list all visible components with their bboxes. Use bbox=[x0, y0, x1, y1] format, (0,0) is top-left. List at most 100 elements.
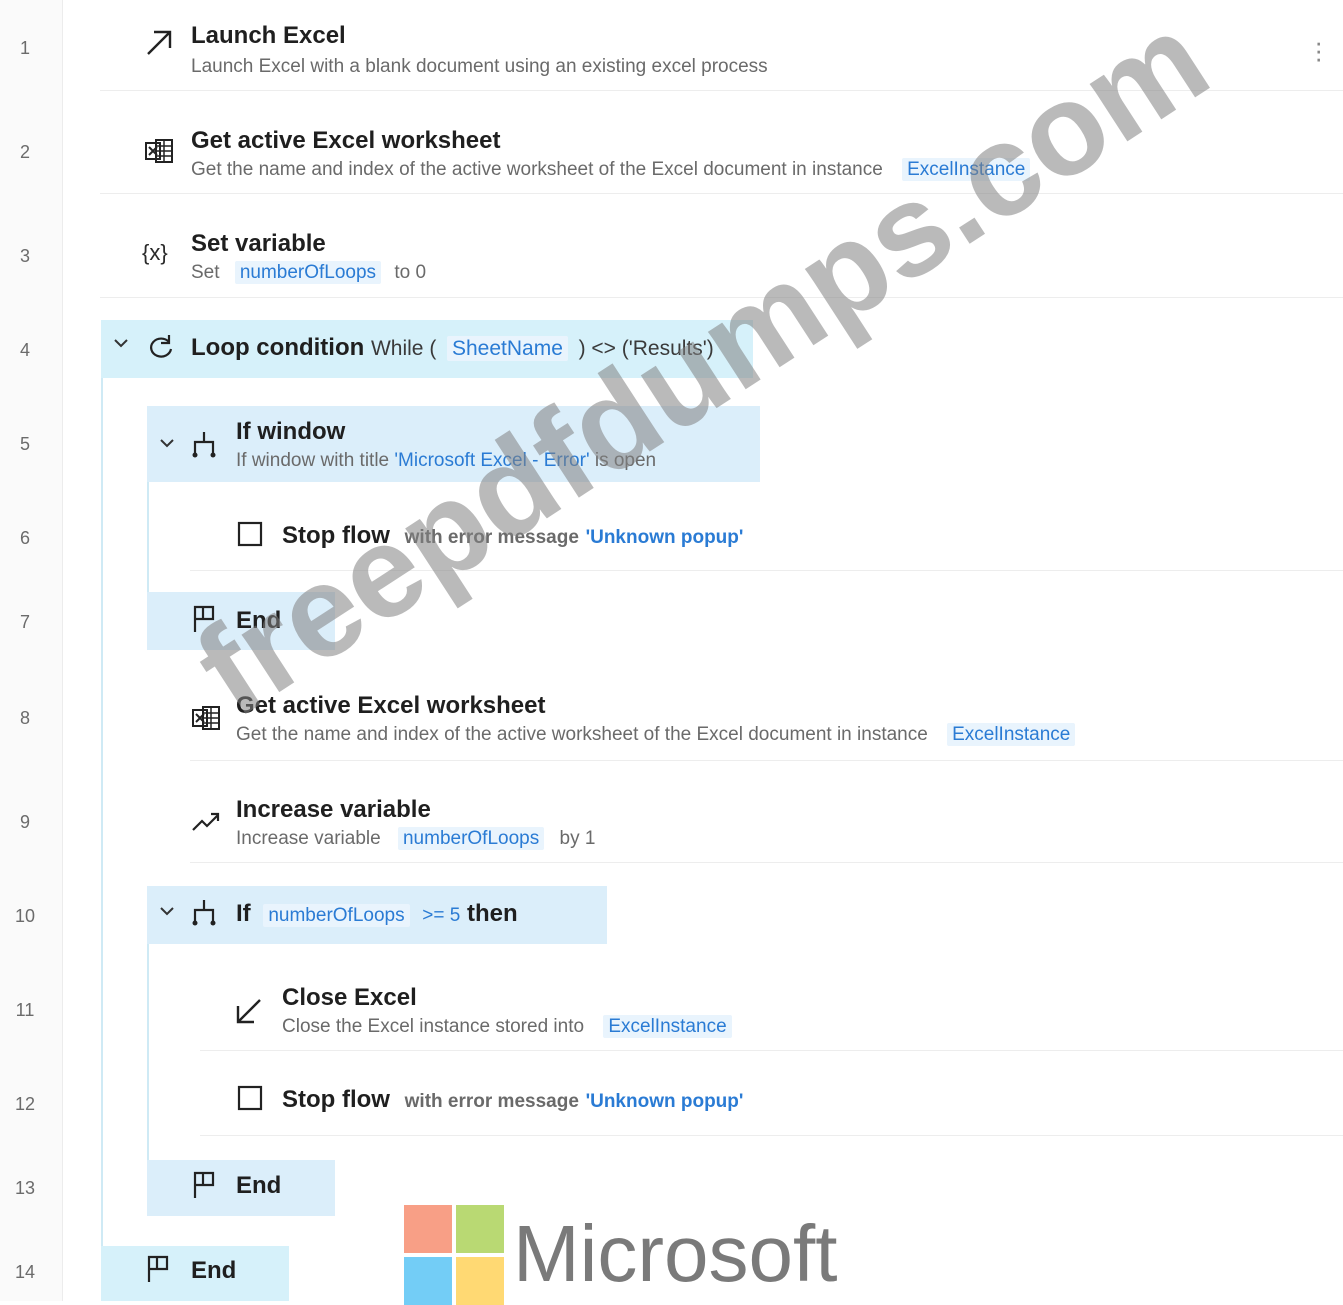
description-text: with error message bbox=[404, 527, 579, 548]
if-window-block-guide bbox=[147, 482, 149, 592]
action-close-excel[interactable]: Close Excel Close the Excel instance sto… bbox=[190, 972, 1343, 1048]
action-set-variable[interactable]: {x} Set variable Set numberOfLoops to 0 bbox=[100, 220, 1343, 296]
line-number: 8 bbox=[19, 708, 30, 728]
line-number: 2 bbox=[19, 142, 30, 162]
if-block-guide bbox=[147, 944, 149, 1160]
action-loop-condition[interactable]: Loop condition While ( SheetName ) <> ('… bbox=[101, 320, 753, 378]
branch-icon bbox=[191, 430, 217, 463]
if-keyword: If bbox=[236, 900, 251, 927]
excel-sheet-icon bbox=[144, 137, 174, 170]
stop-flow-label: Stop flow bbox=[282, 1086, 390, 1113]
variable-icon: {x} bbox=[142, 240, 168, 265]
row-separator bbox=[100, 193, 1343, 194]
trend-up-icon bbox=[191, 808, 221, 839]
arrow-up-right-icon bbox=[144, 28, 174, 63]
row-separator bbox=[100, 297, 1343, 298]
line-number: 12 bbox=[14, 1094, 36, 1114]
branch-icon bbox=[191, 898, 217, 931]
loop-comparison: ) <> ('Results') bbox=[578, 337, 714, 360]
action-title: Get active Excel worksheet bbox=[236, 692, 546, 719]
action-title: Stop flow with error message 'Unknown po… bbox=[282, 522, 743, 550]
loop-condition-line: Loop condition While ( SheetName ) <> ('… bbox=[191, 334, 714, 362]
row-separator bbox=[200, 1050, 1343, 1051]
action-title: Stop flow with error message 'Unknown po… bbox=[282, 1086, 743, 1114]
loop-keyword: While ( bbox=[370, 337, 437, 360]
description-text: Get the name and index of the active wor… bbox=[191, 159, 883, 180]
then-keyword: then bbox=[466, 900, 518, 927]
action-end[interactable]: End bbox=[101, 1246, 289, 1301]
description-text: by 1 bbox=[559, 828, 596, 849]
action-stop-flow[interactable]: Stop flow with error message 'Unknown po… bbox=[190, 506, 1343, 566]
flag-icon bbox=[191, 604, 219, 639]
variable-token[interactable]: numberOfLoops bbox=[234, 261, 382, 284]
variable-token[interactable]: numberOfLoops bbox=[263, 904, 410, 927]
description-text: with error message bbox=[404, 1091, 579, 1112]
action-get-active-worksheet[interactable]: Get active Excel worksheet Get the name … bbox=[100, 115, 1343, 193]
variable-token[interactable]: ExcelInstance bbox=[947, 723, 1076, 746]
action-description: If window with title 'Microsoft Excel - … bbox=[236, 450, 656, 472]
description-text: Close the Excel instance stored into bbox=[282, 1016, 585, 1037]
action-description: Launch Excel with a blank document using… bbox=[191, 56, 768, 77]
action-title: Get active Excel worksheet bbox=[191, 127, 501, 154]
chevron-down-icon[interactable] bbox=[113, 334, 129, 357]
microsoft-wordmark: Microsoft bbox=[513, 1209, 838, 1298]
stop-square-icon bbox=[236, 520, 264, 553]
flag-icon bbox=[145, 1254, 173, 1289]
stop-flow-label: Stop flow bbox=[282, 522, 390, 549]
row-separator bbox=[200, 1135, 1343, 1136]
variable-token[interactable]: ExcelInstance bbox=[603, 1015, 732, 1038]
action-title: Launch Excel bbox=[191, 22, 346, 49]
row-separator bbox=[100, 90, 1343, 91]
action-if-window[interactable]: If window If window with title 'Microsof… bbox=[147, 406, 760, 482]
action-end[interactable]: End bbox=[147, 592, 335, 650]
chevron-down-icon[interactable] bbox=[159, 434, 175, 457]
action-description: Get the name and index of the active wor… bbox=[236, 723, 1076, 746]
description-text: Set bbox=[191, 262, 220, 283]
action-increase-variable[interactable]: Increase variable Increase variable numb… bbox=[147, 784, 1343, 860]
action-end[interactable]: End bbox=[147, 1160, 335, 1216]
line-number: 9 bbox=[19, 812, 30, 832]
action-title: End bbox=[236, 607, 282, 634]
action-get-active-worksheet[interactable]: Get active Excel worksheet Get the name … bbox=[147, 680, 1343, 758]
action-title: If window bbox=[236, 418, 346, 445]
loop-icon bbox=[145, 332, 175, 367]
description-text: Get the name and index of the active wor… bbox=[236, 724, 928, 745]
action-description: Close the Excel instance stored into Exc… bbox=[282, 1015, 732, 1038]
chevron-down-icon[interactable] bbox=[159, 902, 175, 925]
line-number: 7 bbox=[19, 612, 30, 632]
action-title: End bbox=[191, 1257, 237, 1284]
line-number: 6 bbox=[19, 528, 30, 548]
row-separator bbox=[190, 760, 1343, 761]
action-title: Loop condition bbox=[191, 334, 365, 361]
loop-block-guide bbox=[101, 378, 103, 1246]
microsoft-logo bbox=[404, 1205, 504, 1305]
action-description: Increase variable numberOfLoops by 1 bbox=[236, 827, 596, 850]
row-separator bbox=[190, 570, 1343, 571]
description-text: to 0 bbox=[394, 262, 427, 283]
description-text: Increase variable bbox=[236, 828, 381, 849]
string-literal: 'Unknown popup' bbox=[585, 527, 744, 548]
action-title: End bbox=[236, 1172, 282, 1199]
action-if-condition[interactable]: If numberOfLoops >= 5 then bbox=[147, 886, 607, 944]
if-condition-line: If numberOfLoops >= 5 then bbox=[236, 900, 518, 928]
excel-sheet-icon bbox=[191, 704, 221, 737]
variable-token[interactable]: ExcelInstance bbox=[902, 158, 1031, 181]
line-number: 14 bbox=[14, 1262, 36, 1282]
line-number: 4 bbox=[19, 340, 30, 360]
variable-token[interactable]: SheetName bbox=[446, 336, 568, 361]
action-launch-excel[interactable]: Launch Excel Launch Excel with a blank d… bbox=[100, 10, 1343, 90]
action-title: Increase variable bbox=[236, 796, 431, 823]
action-title: Close Excel bbox=[282, 984, 417, 1011]
variable-token[interactable]: numberOfLoops bbox=[397, 827, 545, 850]
string-literal: 'Microsoft Excel - Error' bbox=[394, 450, 590, 471]
line-number: 5 bbox=[19, 434, 30, 454]
action-stop-flow[interactable]: Stop flow with error message 'Unknown po… bbox=[190, 1070, 1343, 1130]
action-description: Get the name and index of the active wor… bbox=[191, 158, 1031, 181]
line-number: 11 bbox=[15, 1000, 35, 1020]
more-options-icon[interactable]: · · · bbox=[1314, 29, 1323, 71]
line-number: 13 bbox=[14, 1178, 36, 1198]
description-text: is open bbox=[594, 450, 657, 471]
action-title: Set variable bbox=[191, 230, 326, 257]
description-text: If window with title bbox=[236, 450, 390, 471]
line-number: 3 bbox=[19, 246, 30, 266]
